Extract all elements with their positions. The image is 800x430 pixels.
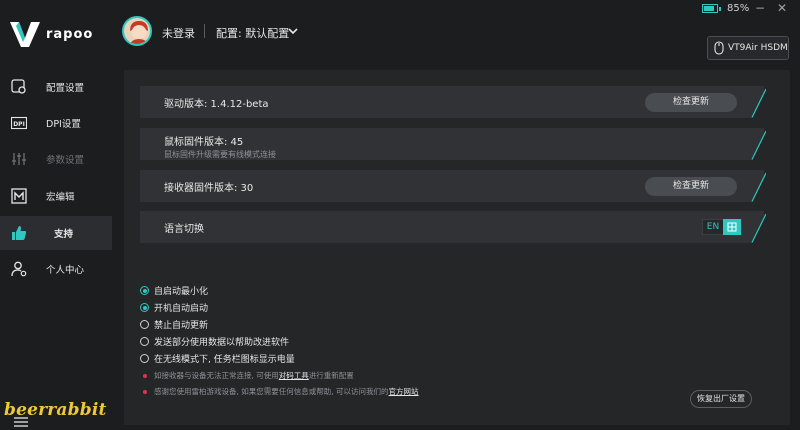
sidebar-item-label: 参数设置 bbox=[46, 155, 85, 166]
close-icon[interactable]: ✕ bbox=[774, 0, 790, 16]
option-label: 自启动最小化 bbox=[154, 287, 209, 297]
option-label: 禁止自动更新 bbox=[154, 321, 209, 331]
corner-accent bbox=[751, 213, 766, 243]
radio-button[interactable] bbox=[140, 303, 149, 312]
mouse-firmware-label: 鼠标固件版本: 45 bbox=[164, 137, 244, 148]
radio-button[interactable] bbox=[140, 354, 149, 363]
device-name: VT9Air HSDM bbox=[728, 43, 788, 53]
sidebar: 配置设置 DPI DPI设置 参数设置 宏编辑 支持 个人中心 bbox=[0, 62, 112, 430]
language-option-en[interactable]: EN bbox=[703, 222, 723, 232]
pairing-note-text: 如接收器与设备无法正常连接, 可使用 bbox=[154, 371, 279, 380]
option-label: 发送部分使用数据以帮助改进软件 bbox=[154, 338, 290, 348]
corner-accent bbox=[751, 130, 766, 160]
pairing-tool-link[interactable]: 对码工具 bbox=[279, 370, 309, 381]
sidebar-item-label: DPI设置 bbox=[46, 119, 81, 130]
thanks-note-text: 感谢您使用雷柏游戏设备, 如果您需要任何信息或帮助, 可以访问我们的 bbox=[154, 387, 389, 396]
option-tray-battery[interactable]: 在无线模式下, 任务栏图标显示电量 bbox=[140, 352, 295, 365]
option-send-usage-data[interactable]: 发送部分使用数据以帮助改进软件 bbox=[140, 335, 289, 348]
sidebar-item-profile-settings[interactable]: 配置设置 bbox=[0, 70, 112, 104]
option-auto-start[interactable]: 开机自动启动 bbox=[140, 301, 208, 314]
bullet-dot bbox=[143, 373, 147, 378]
sidebar-item-parameters[interactable]: 参数设置 bbox=[0, 142, 112, 176]
sidebar-item-user-center[interactable]: 个人中心 bbox=[0, 252, 112, 286]
driver-version-label: 驱动版本: 1.4.12-beta bbox=[164, 99, 269, 110]
svg-text:DPI: DPI bbox=[13, 121, 25, 128]
rapoo-v-logo-icon bbox=[10, 22, 40, 47]
mouse-icon bbox=[714, 41, 724, 55]
header-divider bbox=[204, 24, 205, 38]
pairing-note-text-end: 进行重新配置 bbox=[308, 371, 354, 380]
sidebar-item-label: 支持 bbox=[54, 229, 74, 240]
sidebar-item-label: 个人中心 bbox=[46, 265, 85, 276]
radio-button[interactable] bbox=[140, 286, 149, 295]
support-panel: 驱动版本: 1.4.12-beta 检查更新 鼠标固件版本: 45 鼠标固件升级… bbox=[124, 70, 790, 425]
factory-reset-button[interactable]: 恢复出厂设置 bbox=[690, 390, 752, 408]
logo-text: rapoo bbox=[46, 26, 94, 42]
receiver-firmware-label: 接收器固件版本: 30 bbox=[164, 183, 254, 194]
avatar-icon bbox=[130, 21, 148, 44]
device-selector[interactable]: VT9Air HSDM bbox=[707, 36, 789, 60]
user-gear-icon bbox=[11, 261, 27, 277]
top-bar: rapoo 未登录 配置: 默认配置 85% − ✕ VT9Air HSDM bbox=[0, 0, 800, 62]
sliders-icon bbox=[12, 153, 26, 165]
macro-icon bbox=[11, 188, 27, 204]
sidebar-item-macro[interactable]: 宏编辑 bbox=[0, 179, 112, 213]
corner-accent bbox=[751, 172, 766, 202]
thumbs-up-icon bbox=[12, 226, 27, 240]
option-start-minimized[interactable]: 自启动最小化 bbox=[140, 284, 208, 297]
mouse-firmware-hint: 鼠标固件升级需要有线模式连接 bbox=[164, 150, 276, 159]
chevron-down-icon[interactable] bbox=[286, 24, 300, 38]
thanks-note: 感谢您使用雷柏游戏设备, 如果您需要任何信息或帮助, 可以访问我们的 官方网站 bbox=[140, 386, 419, 397]
sidebar-item-label: 宏编辑 bbox=[46, 192, 75, 203]
battery-fill bbox=[704, 6, 715, 11]
sidebar-item-support[interactable]: 支持 bbox=[0, 216, 112, 250]
sidebar-item-label: 配置设置 bbox=[46, 83, 85, 94]
radio-button[interactable] bbox=[140, 337, 149, 346]
bullet-dot bbox=[143, 389, 147, 394]
pairing-note: 如接收器与设备无法正常连接, 可使用 对码工具 进行重新配置 bbox=[140, 370, 354, 381]
option-label: 在无线模式下, 任务栏图标显示电量 bbox=[154, 355, 295, 365]
battery-indicator: 85% bbox=[702, 3, 749, 14]
language-label: 语言切换 bbox=[164, 224, 204, 235]
avatar[interactable] bbox=[122, 16, 152, 46]
battery-cap bbox=[719, 6, 721, 11]
battery-icon bbox=[702, 4, 718, 13]
official-website-link[interactable]: 官方网站 bbox=[389, 386, 419, 397]
mouse-firmware-card: 鼠标固件版本: 45 鼠标固件升级需要有线模式连接 bbox=[140, 128, 766, 160]
profile-selector-label[interactable]: 配置: 默认配置 bbox=[216, 25, 289, 41]
sidebar-item-dpi[interactable]: DPI DPI设置 bbox=[0, 106, 112, 140]
profile-settings-icon bbox=[11, 79, 26, 94]
battery-percent: 85% bbox=[727, 3, 750, 14]
driver-version-card: 驱动版本: 1.4.12-beta 检查更新 bbox=[140, 86, 766, 118]
radio-button[interactable] bbox=[140, 320, 149, 329]
rapoo-logo: rapoo bbox=[10, 20, 93, 48]
receiver-firmware-card: 接收器固件版本: 30 检查更新 bbox=[140, 170, 766, 202]
dpi-icon: DPI bbox=[11, 116, 27, 130]
language-card: 语言切换 EN bbox=[140, 211, 766, 243]
minimize-icon[interactable]: − bbox=[752, 0, 768, 16]
watermark-text: beerrabbit bbox=[4, 400, 107, 420]
corner-accent bbox=[751, 88, 766, 118]
user-name[interactable]: 未登录 bbox=[162, 25, 195, 41]
option-disable-auto-update[interactable]: 禁止自动更新 bbox=[140, 318, 208, 331]
option-label: 开机自动启动 bbox=[154, 304, 209, 314]
